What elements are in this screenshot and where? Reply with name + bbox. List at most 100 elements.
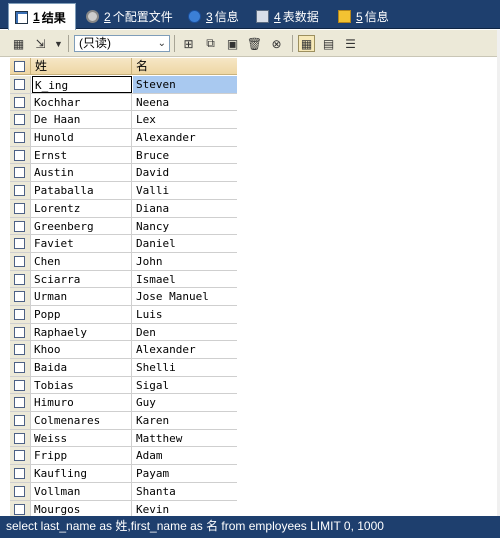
row-checkbox[interactable] [14, 450, 25, 462]
cell-first-name[interactable]: Shanta [133, 483, 237, 500]
cell-last-name[interactable]: Mourgos [32, 500, 132, 518]
cell-first-name[interactable]: Guy [133, 394, 237, 411]
table-row[interactable]: Himuro Guy [10, 394, 237, 413]
cell-first-name[interactable]: David [133, 164, 237, 181]
tab-results[interactable]: 1 结果 [8, 3, 76, 30]
row-checkbox[interactable] [14, 397, 25, 409]
cell-first-name[interactable]: Payam [133, 465, 237, 482]
row-checkbox[interactable] [14, 432, 25, 444]
cell-last-name[interactable]: Greenberg [32, 217, 132, 235]
tab-profiles[interactable]: 2 个配置文件 [80, 4, 178, 29]
text-mode-icon[interactable]: ☰ [342, 35, 359, 52]
cell-last-name[interactable]: Kochhar [32, 93, 132, 111]
table-row[interactable]: Lorentz Diana [10, 199, 237, 218]
row-checkbox[interactable] [14, 202, 25, 214]
cell-last-name[interactable]: Urman [32, 288, 132, 305]
cell-first-name[interactable]: Karen [133, 412, 237, 429]
cell-first-name[interactable]: Kevin [133, 501, 237, 518]
column-header-last-name[interactable]: 姓 [32, 58, 132, 75]
table-row[interactable]: Raphaely Den [10, 323, 237, 342]
cell-last-name[interactable]: Pataballa [32, 182, 132, 199]
cell-first-name[interactable]: Alexander [133, 341, 237, 358]
cell-last-name[interactable]: Popp [32, 305, 132, 323]
table-row[interactable]: Hunold Alexander [10, 129, 237, 147]
cell-last-name[interactable]: Ernst [32, 146, 132, 164]
row-checkbox[interactable] [14, 362, 25, 373]
tab-messages[interactable]: 5 信息 [332, 4, 396, 29]
table-row[interactable]: Weiss Matthew [10, 429, 237, 448]
cell-first-name[interactable]: Diana [133, 200, 237, 217]
row-checkbox[interactable] [14, 468, 25, 480]
row-checkbox[interactable] [14, 291, 25, 303]
row-checkbox[interactable] [14, 220, 25, 232]
row-checkbox[interactable] [14, 415, 25, 427]
table-row[interactable]: Pataballa Valli [10, 182, 237, 200]
cell-first-name[interactable]: Shelli [133, 359, 237, 376]
row-checkbox[interactable] [14, 379, 25, 391]
table-row[interactable]: Fripp Adam [10, 447, 237, 466]
cell-first-name[interactable]: Den [133, 324, 237, 341]
cell-last-name[interactable]: Chen [32, 252, 132, 270]
cell-last-name[interactable]: Vollman [32, 482, 132, 500]
table-row[interactable]: Kaufling Payam [10, 465, 237, 483]
cell-last-name[interactable]: Baida [32, 359, 132, 376]
table-row[interactable]: Austin David [10, 164, 237, 183]
cell-last-name[interactable]: K_ing [32, 76, 132, 93]
cell-first-name[interactable]: Adam [133, 447, 237, 464]
row-checkbox[interactable] [14, 79, 25, 90]
cell-first-name[interactable]: Lex [133, 111, 237, 128]
table-row[interactable]: Baida Shelli [10, 359, 237, 377]
cell-last-name[interactable]: Faviet [32, 235, 132, 252]
table-row[interactable]: Vollman Shanta [10, 482, 237, 501]
save-icon[interactable]: ▣ [224, 35, 241, 52]
insert-row-icon[interactable]: ⊞ [180, 35, 197, 52]
cell-last-name[interactable]: Khoo [32, 341, 132, 358]
cell-last-name[interactable]: Weiss [32, 429, 132, 447]
chevron-down-icon[interactable]: ▼ [50, 35, 67, 52]
row-checkbox[interactable] [14, 273, 25, 285]
row-checkbox[interactable] [14, 114, 25, 126]
cell-first-name[interactable]: Matthew [133, 430, 237, 447]
cell-first-name[interactable]: Nancy [133, 218, 237, 235]
cell-last-name[interactable]: Lorentz [32, 199, 132, 217]
cell-first-name[interactable]: Neena [133, 94, 237, 111]
row-checkbox[interactable] [14, 344, 25, 356]
cell-first-name[interactable]: Sigal [133, 377, 237, 394]
table-row[interactable]: Tobias Sigal [10, 376, 237, 395]
result-mode-select[interactable]: (只读) ⌄ [74, 35, 170, 52]
cell-first-name[interactable]: Bruce [133, 147, 237, 164]
grid-view-icon[interactable]: ▦ [10, 35, 27, 52]
table-row[interactable]: K_ing Steven [10, 76, 237, 94]
cell-last-name[interactable]: Sciarra [32, 270, 132, 288]
cell-last-name[interactable]: Austin [32, 164, 132, 182]
table-row[interactable]: Urman Jose Manuel [10, 288, 237, 306]
table-row[interactable]: Ernst Bruce [10, 146, 237, 165]
column-header-first-name[interactable]: 名 [133, 58, 237, 75]
delete-icon[interactable]: 🗑 [246, 35, 263, 52]
cell-first-name[interactable]: Steven [133, 76, 237, 93]
cell-first-name[interactable]: Alexander [133, 129, 237, 146]
table-row[interactable]: Chen John [10, 252, 237, 271]
cell-last-name[interactable]: De Haan [32, 111, 132, 129]
cell-last-name[interactable]: Himuro [32, 394, 132, 412]
row-checkbox[interactable] [14, 485, 25, 497]
row-checkbox[interactable] [14, 238, 25, 250]
row-checkbox[interactable] [14, 326, 25, 338]
select-all-checkbox[interactable] [14, 61, 25, 72]
cell-first-name[interactable]: Luis [133, 306, 237, 323]
cell-first-name[interactable]: Ismael [133, 271, 237, 288]
grid-mode-icon[interactable]: ▦ [298, 35, 315, 52]
row-checkbox[interactable] [14, 132, 25, 144]
table-row[interactable]: Popp Luis [10, 305, 237, 324]
row-checkbox[interactable] [14, 96, 25, 108]
table-row[interactable]: Khoo Alexander [10, 341, 237, 359]
cell-first-name[interactable]: John [133, 253, 237, 270]
table-row[interactable]: Colmenares Karen [10, 412, 237, 430]
row-checkbox[interactable] [14, 308, 25, 320]
row-checkbox[interactable] [14, 255, 25, 267]
form-mode-icon[interactable]: ▤ [320, 35, 337, 52]
cell-first-name[interactable]: Valli [133, 182, 237, 199]
cell-last-name[interactable]: Tobias [32, 376, 132, 394]
tab-info[interactable]: 3 信息 [182, 4, 246, 29]
cell-last-name[interactable]: Colmenares [32, 412, 132, 429]
